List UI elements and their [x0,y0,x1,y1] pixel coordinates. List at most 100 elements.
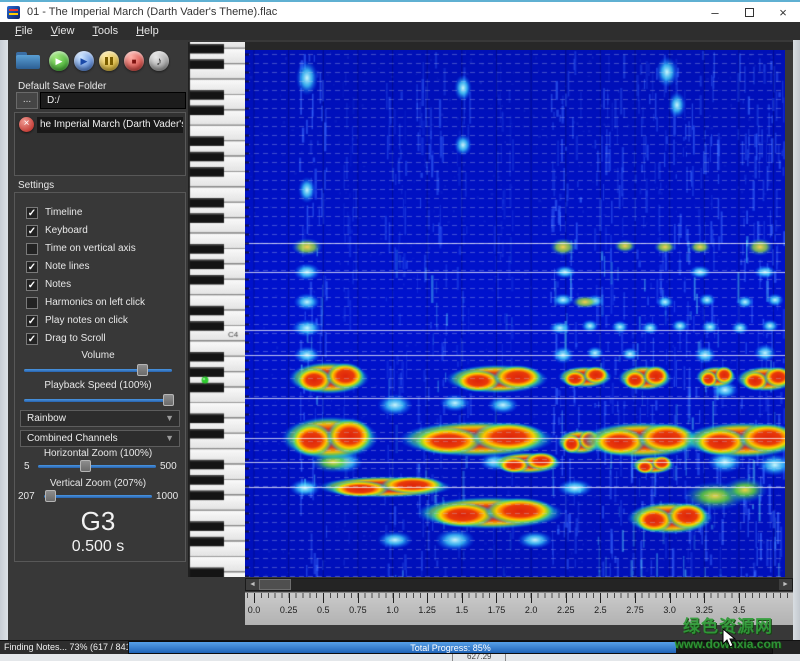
finding-notes-status: Finding Notes... 73% (617 / 841) [0,641,128,655]
piano-keyboard[interactable] [188,42,245,577]
checkbox-label: Keyboard [45,225,88,236]
hzoom-min: 5 [24,461,30,472]
stop-button[interactable]: ■ [124,51,144,71]
file-list-item[interactable]: he Imperial March (Darth Vader's Theme) [37,117,183,133]
volume-label: Volume [8,350,188,361]
hzoom-max: 500 [160,461,177,472]
horizontal-zoom-slider-thumb[interactable] [80,460,91,472]
checkbox-checked[interactable]: ✓ [26,279,38,291]
menu-item-help[interactable]: Help [127,24,168,38]
timeline-label: 2.75 [626,605,644,615]
spectrogram-top-margin [245,42,793,50]
default-save-folder-label: Default Save Folder [18,81,106,92]
checkbox-checked[interactable]: ✓ [26,207,38,219]
timeline-major-tick [254,593,255,603]
playback-speed-slider-thumb[interactable] [163,394,174,406]
setting-row-time-on-vertical-axis[interactable]: Time on vertical axis [26,242,136,255]
vertical-zoom-slider[interactable] [44,490,152,502]
close-button[interactable]: × [766,2,800,22]
current-note-display: G3 [8,506,188,537]
music-note-icon: ♪ [156,54,162,68]
channels-dropdown[interactable]: Combined Channels ▼ [20,430,180,447]
timeline-label: 0.75 [349,605,367,615]
scroll-right-arrow-icon[interactable]: ► [779,579,792,590]
checkbox-label: Harmonics on left click [45,297,145,308]
title-bar: 01 - The Imperial March (Darth Vader's T… [0,0,800,22]
pause-button[interactable] [99,51,119,71]
timeline-major-tick [739,593,740,603]
timeline-major-tick [531,593,532,603]
setting-row-note-lines[interactable]: ✓Note lines [26,260,89,273]
maximize-icon [745,8,754,17]
checkbox-label: Notes [45,279,71,290]
timeline-major-tick [635,593,636,603]
channels-value: Combined Channels [27,433,118,444]
spectrogram-canvas[interactable] [245,50,785,577]
play-icon: ▶ [56,56,63,67]
checkbox-checked[interactable]: ✓ [26,261,38,273]
sidebar: ▶ ▶ ■ ♪ Default Save Folder ... D:/ × he… [8,40,188,640]
window-controls: – × [698,2,800,22]
setting-row-notes[interactable]: ✓ Notes [26,278,71,291]
timeline-label: 1.25 [418,605,436,615]
checkbox-label: Drag to Scroll [45,333,106,344]
save-path-field[interactable]: D:/ [40,92,186,109]
chevron-down-icon: ▼ [165,431,174,446]
setting-row-timeline[interactable]: ✓Timeline [26,206,82,219]
setting-row-keyboard[interactable]: ✓ Keyboard [26,224,88,237]
palette-dropdown[interactable]: Rainbow▼ [20,410,180,427]
checkbox-checked[interactable]: ✓ [26,315,38,327]
open-folder-button folder-icon[interactable] [16,52,40,70]
setting-row-harmonics-on-left-click[interactable]: Harmonics on left click [26,296,145,309]
setting-row-play-notes-on-click[interactable]: ✓ Play notes on click [26,314,128,327]
checkbox-checked[interactable]: ✓ [26,333,38,345]
remove-file-button close-icon[interactable]: × [19,117,34,132]
scroll-left-arrow-icon[interactable]: ◄ [246,579,259,590]
timeline-major-tick [566,593,567,603]
current-time-display: 0.500 s [8,538,188,556]
vertical-zoom-slider-thumb[interactable] [45,490,56,502]
scrollbar-thumb[interactable] [259,579,291,590]
checkbox-unchecked[interactable] [26,297,38,309]
chevron-down-icon: ▼ [165,411,174,426]
app-window: ▶ ▶ ■ ♪ Default Save Folder ... D:/ × he… [8,40,793,640]
timeline-major-tick [289,593,290,603]
checkbox-label: Play notes on click [45,315,128,326]
menu-item-view[interactable]: View [42,24,84,38]
screen: 01 - The Imperial March (Darth Vader's T… [0,0,800,661]
checkbox-unchecked[interactable] [26,243,38,255]
maximize-button[interactable] [732,2,766,22]
timeline-label: 0.25 [280,605,298,615]
timeline-major-tick [323,593,324,603]
checkbox-label: Time on vertical axis [45,243,136,254]
volume-slider-thumb[interactable] [137,364,148,376]
menu-item-file[interactable]: File [6,24,42,38]
horizontal-zoom-slider[interactable] [38,460,156,472]
minimize-button[interactable]: – [698,2,732,22]
checkbox-checked[interactable]: ✓ [26,225,38,237]
stop-icon: ■ [132,57,137,66]
timeline-major-tick [670,593,671,603]
timeline-label: 2.25 [557,605,575,615]
setting-row-drag-to-scroll[interactable]: ✓ Drag to Scroll [26,332,106,345]
timeline-label: 0.5 [317,605,330,615]
menu-bar: FileViewToolsHelp [0,22,800,40]
pause-icon [105,57,113,65]
export-notes-button[interactable]: ♪ [149,51,169,71]
background-window-fragment: 627.29 [452,654,506,661]
playback-speed-slider[interactable] [24,394,172,406]
timeline-major-tick [462,593,463,603]
horizontal-scrollbar[interactable]: ◄ ► [245,578,793,591]
background-window-right-edge [793,40,800,654]
timeline-label: 2.0 [525,605,538,615]
play-selection-button[interactable]: ▶ [74,51,94,71]
horizontal-zoom-label: Horizontal Zoom (100%) [8,448,188,459]
play-button[interactable]: ▶ [49,51,69,71]
playback-speed-label: Playback Speed (100%) [8,380,188,391]
volume-slider[interactable] [24,364,172,376]
file-list: × he Imperial March (Darth Vader's Theme… [14,112,186,176]
browse-button[interactable]: ... [16,92,38,109]
menu-item-tools[interactable]: Tools [83,24,127,38]
play-selection-icon: ▶ [81,56,88,67]
timeline-label: 0.0 [248,605,261,615]
